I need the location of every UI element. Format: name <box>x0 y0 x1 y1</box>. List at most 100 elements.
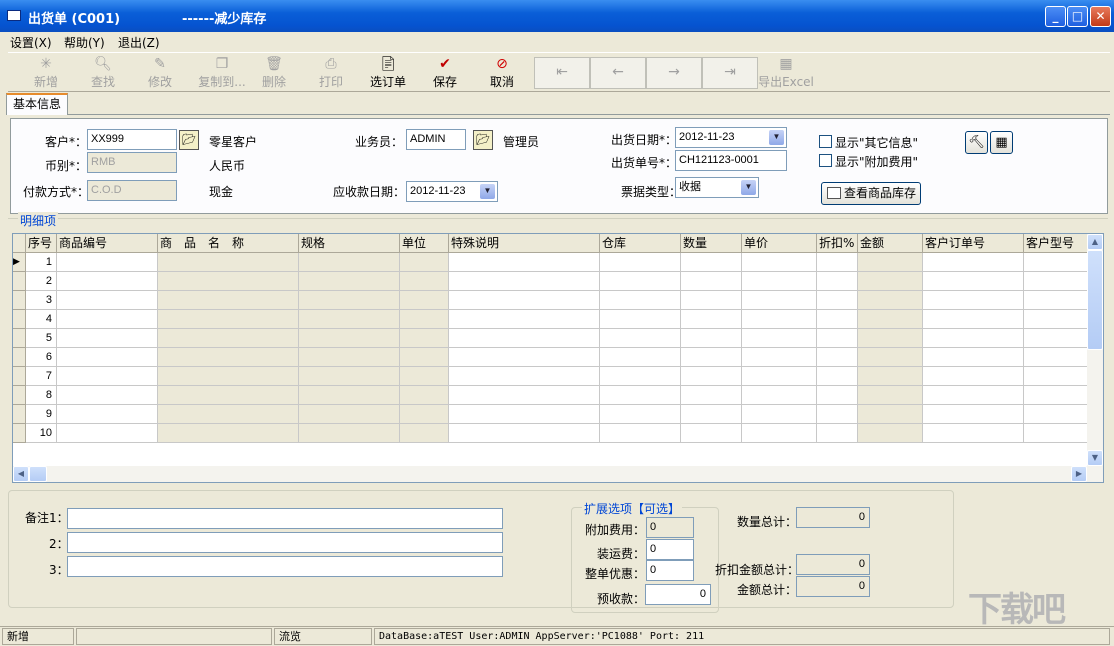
row-selector[interactable] <box>13 424 26 443</box>
delete-button[interactable]: 🗑︎ 删除 <box>246 55 302 91</box>
row-selector[interactable] <box>13 310 26 329</box>
table-cell[interactable] <box>299 348 400 367</box>
table-cell[interactable] <box>57 253 158 272</box>
table-cell[interactable] <box>817 348 858 367</box>
table-cell[interactable] <box>299 424 400 443</box>
table-cell[interactable] <box>681 329 742 348</box>
table-cell[interactable] <box>400 310 449 329</box>
column-header[interactable]: 单价 <box>742 234 817 253</box>
table-cell[interactable] <box>449 310 600 329</box>
table-cell[interactable] <box>400 386 449 405</box>
row-selector[interactable] <box>13 272 26 291</box>
table-cell[interactable] <box>299 272 400 291</box>
table-cell[interactable] <box>742 272 817 291</box>
table-cell[interactable] <box>817 272 858 291</box>
table-cell[interactable] <box>858 367 923 386</box>
table-row[interactable]: 4 <box>13 310 1089 329</box>
table-cell[interactable] <box>57 291 158 310</box>
table-cell[interactable] <box>923 310 1024 329</box>
remark2-field[interactable] <box>67 532 503 553</box>
new-button[interactable]: ✳ 新增 <box>18 55 74 91</box>
table-cell[interactable] <box>600 348 681 367</box>
table-cell[interactable] <box>923 253 1024 272</box>
table-cell[interactable] <box>1024 272 1088 291</box>
table-row[interactable]: 8 <box>13 386 1089 405</box>
row-selector[interactable] <box>13 367 26 386</box>
table-cell[interactable] <box>681 253 742 272</box>
close-icon[interactable]: ✕ <box>1090 6 1111 27</box>
table-cell[interactable] <box>449 272 600 291</box>
table-cell[interactable] <box>1024 253 1088 272</box>
ship-no-field[interactable]: CH121123-0001 <box>675 150 787 171</box>
table-cell[interactable] <box>817 329 858 348</box>
table-cell[interactable] <box>858 253 923 272</box>
table-cell[interactable] <box>299 253 400 272</box>
table-cell[interactable] <box>400 348 449 367</box>
vertical-scrollbar[interactable]: ▲ ▼ <box>1087 234 1103 466</box>
chevron-down-icon[interactable]: ▼ <box>769 130 784 145</box>
table-cell[interactable] <box>600 367 681 386</box>
receivable-date-picker[interactable]: 2012-11-23 ▼ <box>406 181 498 202</box>
table-cell[interactable] <box>57 348 158 367</box>
table-cell[interactable] <box>1024 367 1088 386</box>
table-cell[interactable] <box>158 367 299 386</box>
table-cell[interactable] <box>600 291 681 310</box>
tab-basic-info[interactable]: 基本信息 <box>6 93 68 115</box>
extra-fee-field[interactable]: 0 <box>646 517 694 538</box>
table-cell[interactable] <box>681 367 742 386</box>
prepaid-field[interactable]: 0 <box>645 584 711 605</box>
scroll-thumb[interactable] <box>1087 250 1103 350</box>
table-cell[interactable] <box>681 310 742 329</box>
row-selector[interactable] <box>13 329 26 348</box>
row-selector[interactable] <box>13 386 26 405</box>
menu-exit[interactable]: 退出(Z) <box>118 34 160 51</box>
table-cell[interactable] <box>158 253 299 272</box>
table-row[interactable]: 7 <box>13 367 1089 386</box>
table-cell[interactable] <box>742 310 817 329</box>
table-cell[interactable] <box>817 253 858 272</box>
column-header[interactable]: 商 品 名 称 <box>158 234 299 253</box>
table-cell[interactable] <box>299 291 400 310</box>
table-cell[interactable] <box>449 386 600 405</box>
table-cell[interactable] <box>858 329 923 348</box>
table-cell[interactable] <box>400 272 449 291</box>
table-cell[interactable] <box>400 424 449 443</box>
table-row[interactable]: 6 <box>13 348 1089 367</box>
table-cell[interactable] <box>1024 424 1088 443</box>
table-cell[interactable] <box>158 405 299 424</box>
table-cell[interactable] <box>817 386 858 405</box>
table-cell[interactable] <box>681 405 742 424</box>
ship-date-picker[interactable]: 2012-11-23 ▼ <box>675 127 787 148</box>
invoice-type-select[interactable]: 收据 ▼ <box>675 177 759 198</box>
table-cell[interactable] <box>923 405 1024 424</box>
table-cell[interactable] <box>923 367 1024 386</box>
column-header[interactable]: 数量 <box>681 234 742 253</box>
table-cell[interactable] <box>742 253 817 272</box>
show-extra-checkbox[interactable] <box>819 154 832 167</box>
table-cell[interactable] <box>57 424 158 443</box>
freight-field[interactable]: 0 <box>646 539 694 560</box>
table-cell[interactable] <box>817 310 858 329</box>
customer-lookup-icon[interactable]: 📂︎ <box>179 130 199 150</box>
hammer-icon[interactable]: 🔨︎ <box>965 131 988 154</box>
table-cell[interactable] <box>299 386 400 405</box>
table-cell[interactable] <box>158 272 299 291</box>
currency-field[interactable]: RMB <box>87 152 177 173</box>
table-cell[interactable] <box>57 272 158 291</box>
table-cell[interactable] <box>1024 405 1088 424</box>
table-cell[interactable] <box>449 291 600 310</box>
table-cell[interactable] <box>600 253 681 272</box>
view-stock-button[interactable]: 查看商品库存 <box>821 182 921 205</box>
table-cell[interactable] <box>681 291 742 310</box>
table-cell[interactable] <box>57 405 158 424</box>
table-cell[interactable] <box>449 329 600 348</box>
table-row[interactable]: 10 <box>13 424 1089 443</box>
cancel-button[interactable]: ⊘ 取消 <box>474 55 530 91</box>
table-cell[interactable] <box>299 405 400 424</box>
table-cell[interactable] <box>299 310 400 329</box>
customer-field[interactable]: XX999 <box>87 129 177 150</box>
discount-field[interactable]: 0 <box>646 560 694 581</box>
table-cell[interactable] <box>817 367 858 386</box>
row-selector[interactable] <box>13 348 26 367</box>
table-cell[interactable] <box>400 253 449 272</box>
